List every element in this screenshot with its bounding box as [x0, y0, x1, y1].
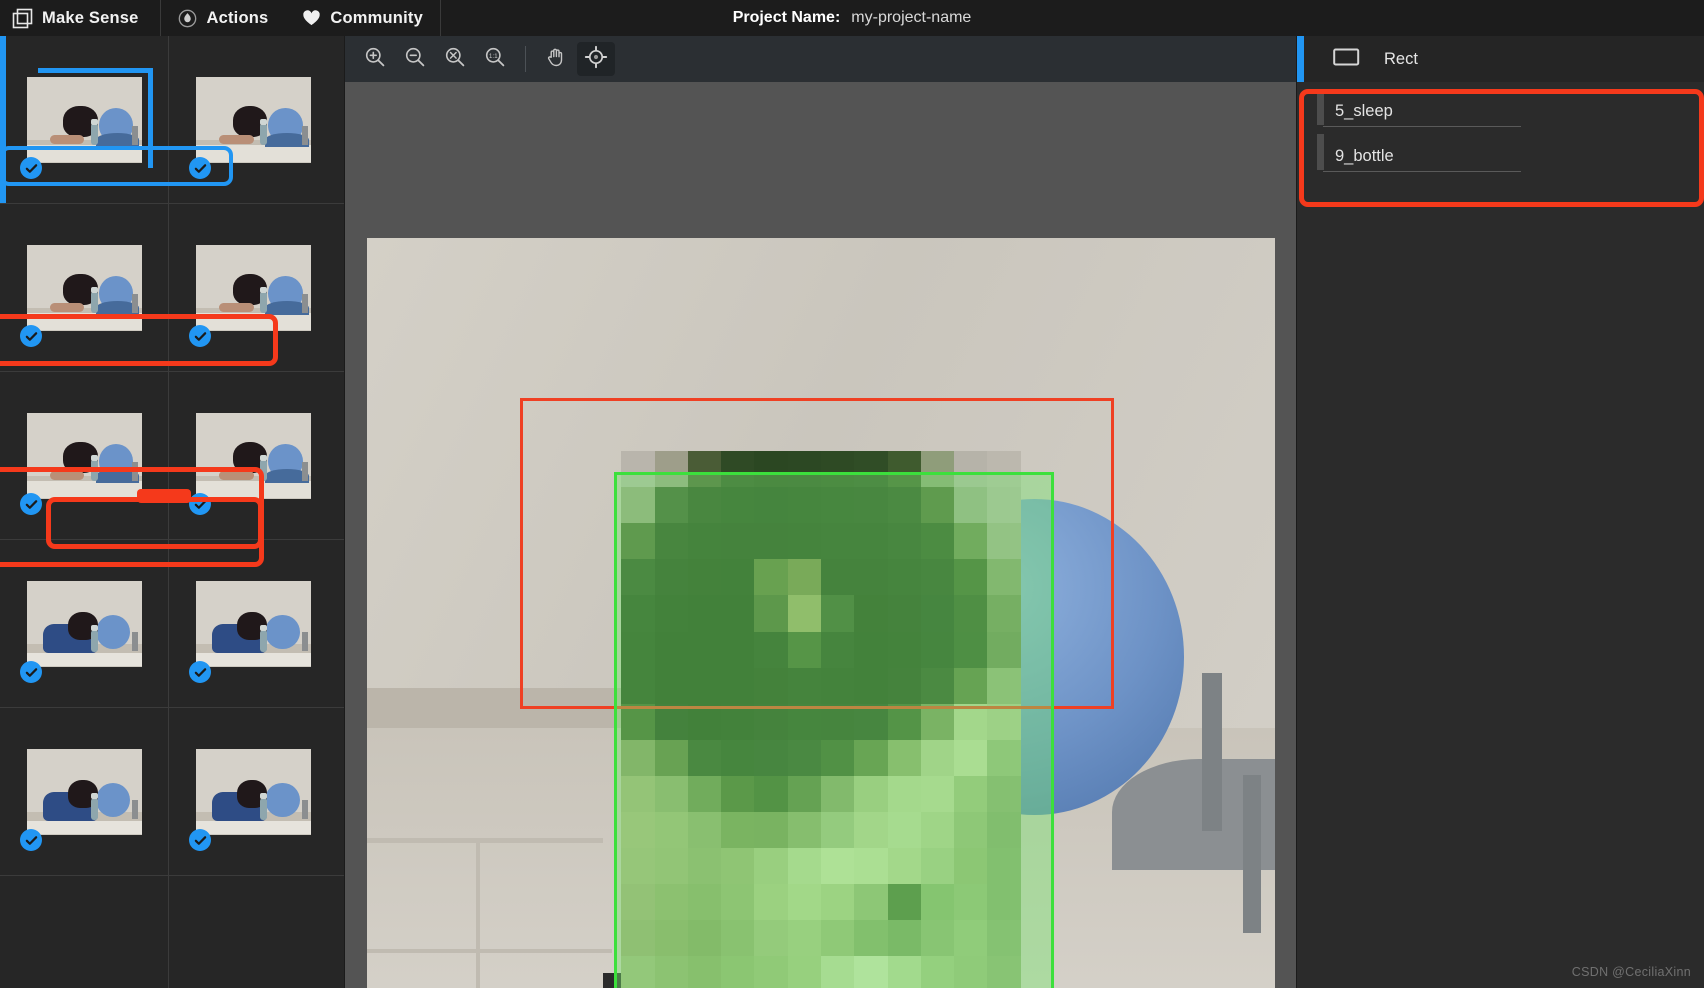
brand-label: Make Sense [42, 8, 139, 27]
thumbnail-checked-badge[interactable] [20, 493, 42, 515]
app-root: Make Sense Actions Community Project Nam… [0, 0, 1704, 988]
labels-panel: Rect 5_sleep 9_bottle [1297, 36, 1704, 988]
project-name-label: Project Name: [732, 9, 841, 26]
watermark-text: CSDN @CeciliaXinn [1571, 965, 1691, 979]
thumbnail-checked-badge[interactable] [20, 325, 42, 347]
thumbnail-cell[interactable] [0, 876, 169, 988]
thumbnail-checked-badge[interactable] [189, 829, 211, 851]
thumbnail-checked-badge[interactable] [189, 661, 211, 683]
nav-item-community[interactable]: Community [285, 0, 440, 36]
thumbnail-row[interactable] [0, 204, 344, 372]
top-navbar: Make Sense Actions Community Project Nam… [0, 0, 1704, 36]
thumbnail-image [196, 76, 311, 163]
center-target-icon [584, 45, 608, 74]
thumbnail-cell[interactable] [169, 708, 338, 875]
thumbnail-image [26, 76, 142, 163]
thumbnail-checked-badge[interactable] [20, 661, 42, 683]
flame-icon [178, 9, 197, 28]
rect-icon [1333, 47, 1360, 72]
thumbnail-grid [0, 36, 344, 988]
labels-panel-title: Rect [1384, 49, 1418, 68]
zoom-fit-button[interactable] [436, 42, 474, 76]
zoom-in-icon [364, 46, 386, 73]
project-name-value[interactable]: my-project-name [851, 9, 971, 27]
thumbnail-image [26, 580, 142, 667]
panel-active-accent [1297, 36, 1304, 82]
zoom-in-button[interactable] [356, 42, 394, 76]
brand-make-sense[interactable]: Make Sense [0, 0, 160, 36]
heart-icon [302, 9, 321, 27]
thumbnail-checked-badge[interactable] [189, 325, 211, 347]
toolbar-divider [525, 46, 526, 72]
zoom-actual-size-button[interactable]: 1:1 [476, 42, 514, 76]
navbar-left-group: Make Sense Actions Community [0, 0, 441, 36]
thumbnail-image [26, 748, 142, 835]
thumbnail-cell[interactable] [169, 204, 338, 371]
labels-panel-header: Rect [1297, 36, 1704, 82]
thumbnail-cell[interactable] [169, 372, 338, 539]
thumbnail-cell[interactable] [0, 204, 169, 371]
navbar-divider-2 [439, 0, 441, 36]
frames-logo-icon [12, 8, 33, 29]
thumbnail-row[interactable] [0, 708, 344, 876]
thumbnail-cell[interactable] [169, 36, 338, 203]
thumbnail-image [196, 580, 311, 667]
image-canvas[interactable] [345, 82, 1296, 988]
label-row-handle[interactable] [1317, 134, 1324, 170]
editor-area: 1:1 [345, 36, 1296, 988]
editor-toolbar: 1:1 [345, 36, 1296, 82]
zoom-out-button[interactable] [396, 42, 434, 76]
thumbnail-checked-badge[interactable] [189, 157, 211, 179]
zoom-fit-icon [444, 46, 466, 73]
label-row-bottle[interactable]: 9_bottle [1297, 127, 1704, 172]
labels-list: 5_sleep 9_bottle [1297, 82, 1704, 172]
thumbnail-image [196, 244, 311, 331]
pan-hand-button[interactable] [537, 42, 575, 76]
thumbnail-cell[interactable] [0, 540, 169, 707]
thumbnail-row[interactable] [0, 36, 344, 204]
thumbnail-image [196, 748, 311, 835]
center-image-button[interactable] [577, 42, 615, 76]
image-thumbnail-sidebar[interactable] [0, 36, 344, 988]
thumbnail-cell[interactable] [169, 540, 338, 707]
pixelated-subject [621, 451, 1021, 988]
thumbnail-checked-badge[interactable] [189, 493, 211, 515]
thumbnail-image [26, 244, 142, 331]
thumbnail-cell[interactable] [0, 372, 169, 539]
thumbnail-row[interactable] [0, 540, 344, 708]
pan-hand-icon [545, 46, 567, 73]
thumbnail-image [196, 412, 311, 499]
thumbnail-cell[interactable] [0, 708, 169, 875]
nav-item-actions[interactable]: Actions [161, 0, 285, 36]
thumbnail-image [26, 412, 142, 499]
label-row-sleep-value[interactable]: 5_sleep [1323, 102, 1521, 127]
thumbnail-row[interactable] [0, 372, 344, 540]
thumbnail-checked-badge[interactable] [20, 829, 42, 851]
zoom-actual-size-icon: 1:1 [484, 46, 506, 73]
zoom-out-icon [404, 46, 426, 73]
thumbnail-checked-badge[interactable] [20, 157, 42, 179]
thumbnail-cell[interactable] [0, 36, 169, 203]
label-row-handle[interactable] [1317, 89, 1324, 125]
nav-item-actions-label: Actions [206, 8, 269, 27]
label-row-bottle-value[interactable]: 9_bottle [1323, 147, 1521, 172]
row-selected-accent [0, 36, 6, 203]
label-row-sleep[interactable]: 5_sleep [1297, 82, 1704, 127]
thumbnail-cell[interactable] [169, 876, 338, 988]
nav-item-community-label: Community [330, 8, 423, 27]
annotated-image[interactable] [367, 238, 1275, 988]
svg-text:1:1: 1:1 [489, 53, 498, 60]
thumbnail-row[interactable] [0, 876, 344, 988]
